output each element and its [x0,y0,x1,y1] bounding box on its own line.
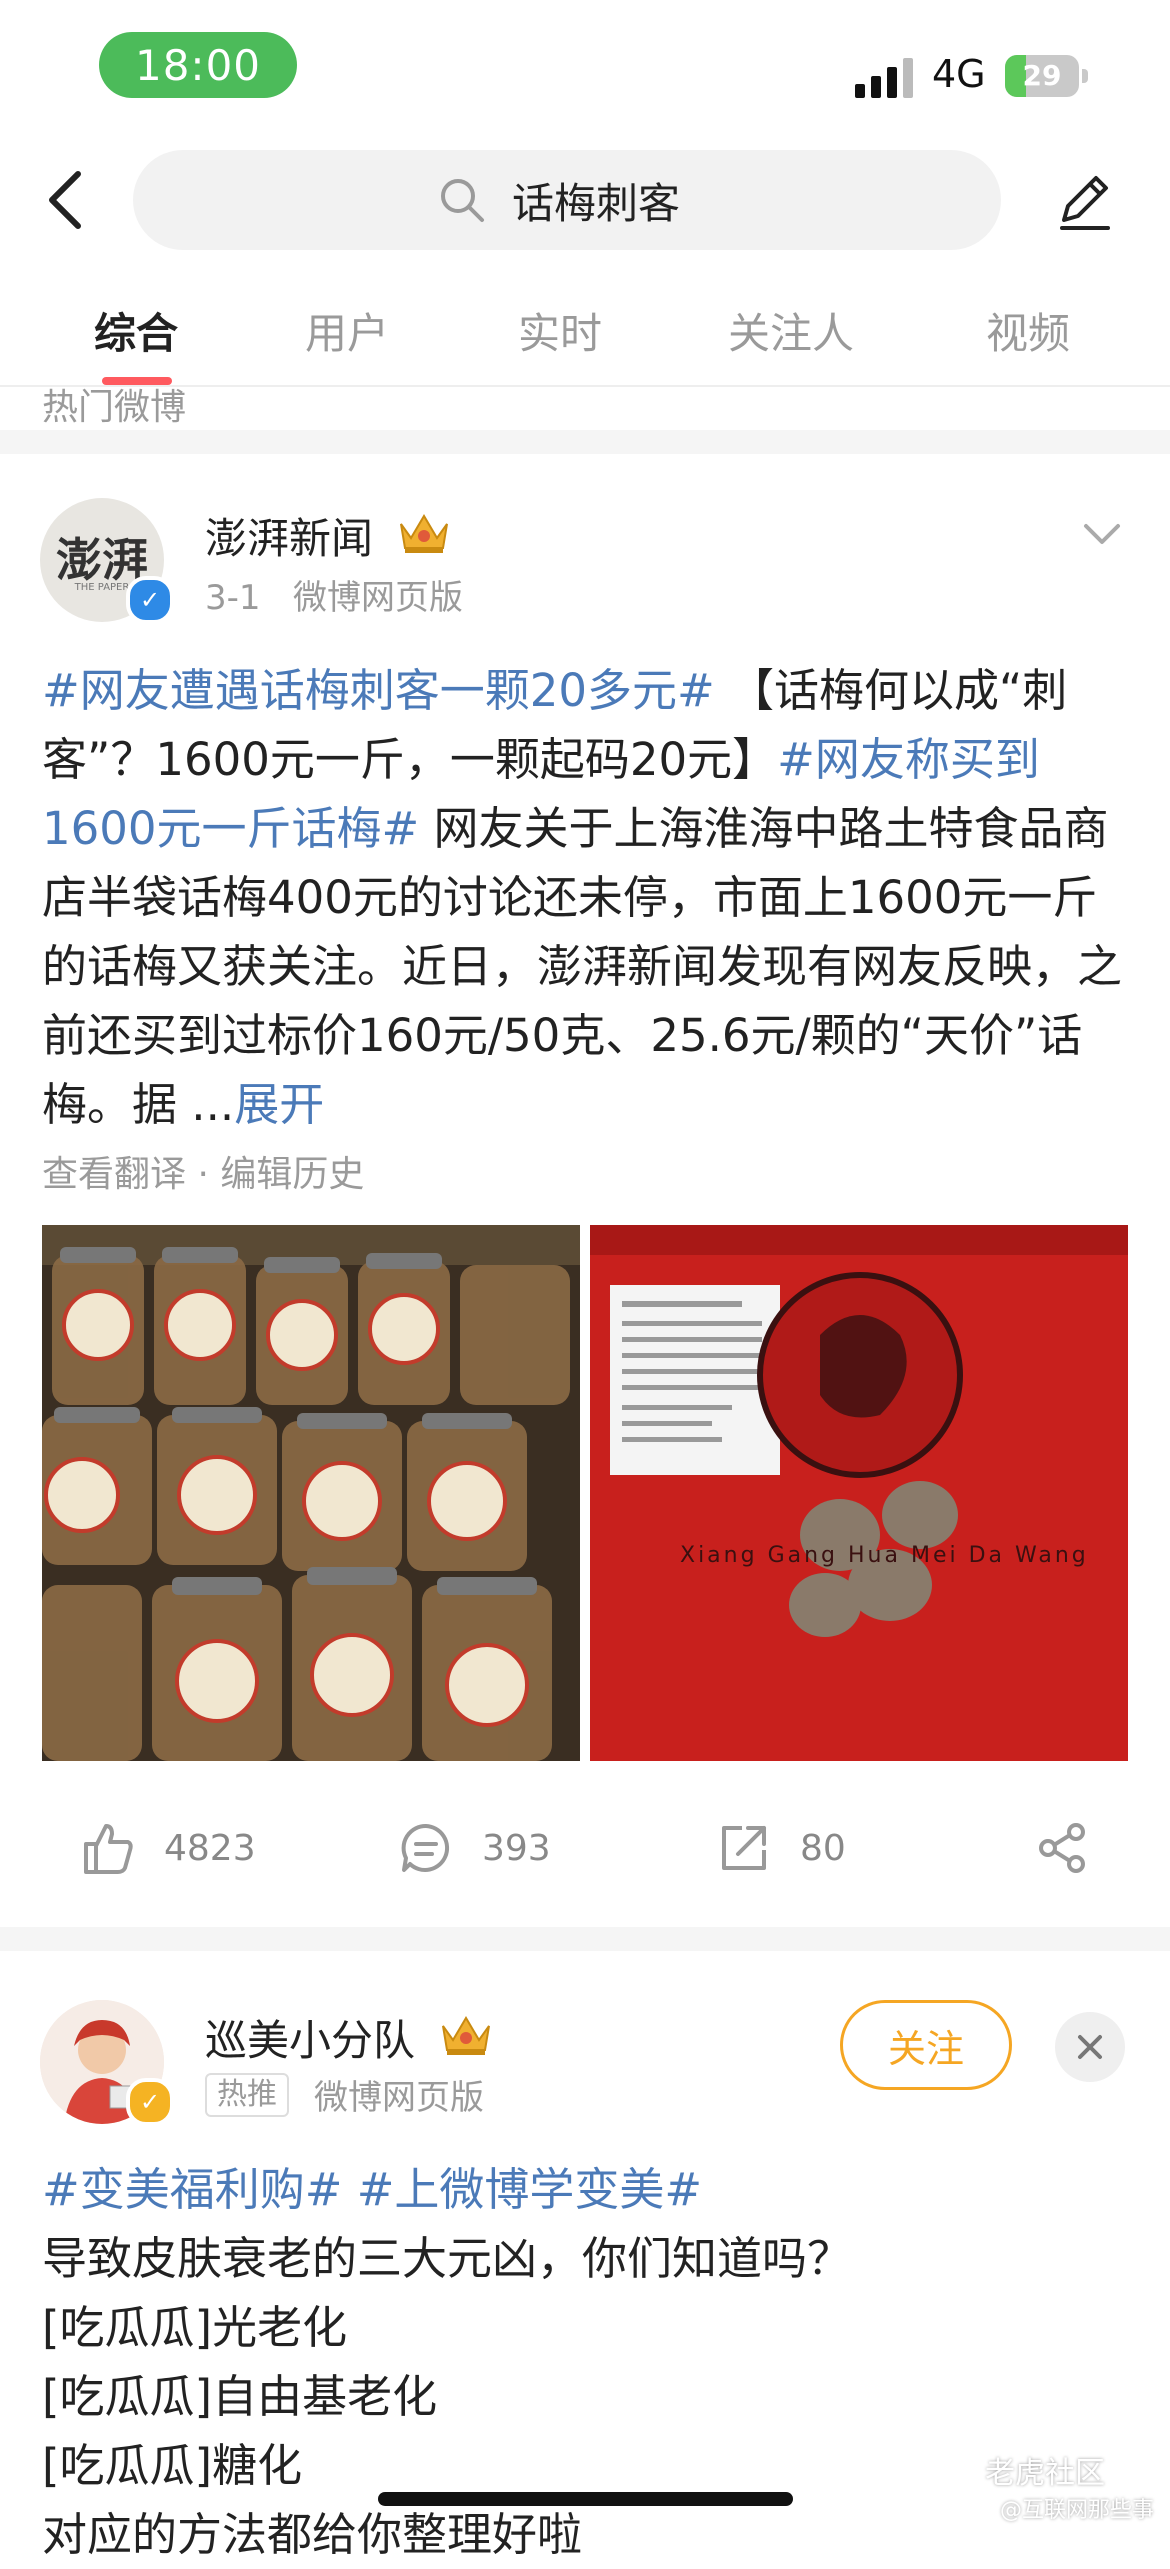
crown-icon [442,2016,490,2055]
verified-icon: ✓ [126,2078,174,2126]
thumbs-up-icon [84,1824,133,1874]
feed-separator [0,430,1170,454]
post-line: [吃瓜瓜]光老化 [42,2301,348,2354]
tab-realtime[interactable]: 实时 [518,300,602,361]
search-icon [441,179,484,222]
network-type: 4G [932,52,986,96]
like-button[interactable]: 4823 [80,1818,256,1878]
post-line: 对应的方法都给你整理好啦 [42,2508,583,2561]
repost-button[interactable]: 80 [716,1818,846,1878]
verified-icon: ✓ [126,576,174,624]
repost-count: 80 [800,1827,846,1869]
tab-users[interactable]: 用户 [305,300,389,361]
post-line: 导致皮肤衰老的三大元凶，你们知道吗？ [42,2232,853,2285]
search-query[interactable]: 话梅刺客 [512,170,680,231]
post-image-jars[interactable] [42,1225,580,1761]
promoted-badge: 热推 [205,2073,289,2117]
author-name[interactable]: 澎湃新闻 [205,505,373,566]
watermark: 老虎社区 [985,2456,1105,2491]
home-indicator[interactable] [378,2492,793,2506]
comment-count: 393 [482,1827,551,1869]
battery-percent: 29 [1022,59,1062,92]
edit-icon[interactable] [1050,168,1116,234]
follow-button[interactable]: 关注 [840,2000,1012,2090]
share-icon[interactable] [1034,1820,1090,1876]
like-count: 4823 [164,1827,256,1869]
post-meta: 3-1 微博网页版 [205,578,463,618]
hashtag-link[interactable]: #变美福利购# #上微博学变美# [42,2155,1137,2224]
tab-videos[interactable]: 视频 [986,300,1070,361]
section-label: 热门微博 [42,387,187,428]
post-meta: 微博网页版 [314,2078,484,2118]
comment-button[interactable]: 393 [398,1818,551,1878]
post-line: [吃瓜瓜]糖化 [42,2439,303,2492]
tab-following[interactable]: 关注人 [728,300,854,361]
cellular-signal-icon [855,58,913,98]
comment-icon [401,1823,450,1872]
expand-link[interactable]: 展开 [234,1078,324,1131]
crown-icon [400,514,448,553]
post-line: [吃瓜瓜]自由基老化 [42,2370,438,2423]
share-arrow-icon [722,1826,766,1870]
back-icon[interactable] [30,160,100,240]
tab-comprehensive[interactable]: 综合 [94,300,178,361]
bag-print-text: Xiang Gang Hua Mei Da Wang [680,1543,1089,1568]
feed-separator [0,1927,1170,1951]
chevron-down-icon[interactable] [1080,520,1124,550]
post-text: #网友遭遇话梅刺客一颗20多元# 【话梅何以成“刺客”？1600元一斤，一颗起码… [42,656,1137,1139]
translate-edit-history-link[interactable]: 查看翻译 · 编辑历史 [42,1145,364,1197]
watermark-sub: @互联网那些事 [1000,2498,1155,2523]
author-name[interactable]: 巡美小分队 [205,2007,415,2068]
battery-icon: 29 [1005,55,1090,99]
hashtag-link[interactable]: #网友遭遇话梅刺客一颗20多元# [42,664,715,717]
post-text: #变美福利购# #上微博学变美# 导致皮肤衰老的三大元凶，你们知道吗？ [吃瓜瓜… [42,2155,1137,2569]
post-image-receipt-bag[interactable]: Xiang Gang Hua Mei Da Wang [590,1225,1128,1761]
dismiss-button[interactable] [1055,2012,1125,2082]
close-icon [1078,2035,1102,2059]
status-time: 18:00 [99,32,297,98]
